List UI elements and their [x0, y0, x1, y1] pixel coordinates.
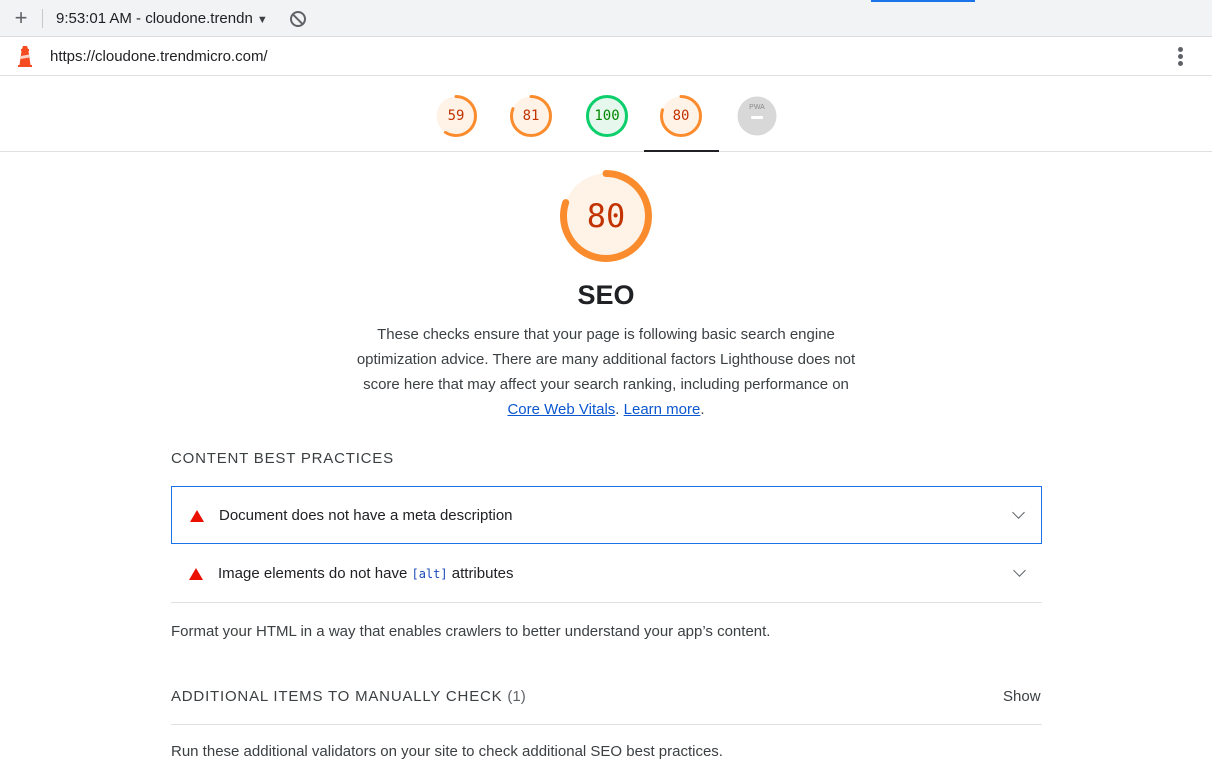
manual-check-count: (1) — [507, 688, 526, 705]
gauge-score: 80 — [672, 108, 690, 124]
seo-score-value: 80 — [586, 197, 626, 235]
report-selector[interactable]: 9:53:01 AM - cloudone.trendn ▼ — [56, 10, 268, 27]
gauge-score: PWA — [736, 95, 778, 137]
manual-check-description: Run these additional validators on your … — [171, 743, 723, 760]
gauge-score: 81 — [522, 108, 540, 124]
pwa-label: PWA — [749, 104, 765, 111]
page-url: https://cloudone.trendmicro.com/ — [50, 48, 268, 65]
category-title: SEO — [577, 280, 635, 310]
report-selector-label: 9:53:01 AM - cloudone.trendn — [56, 10, 253, 27]
description-end: . — [700, 401, 705, 418]
gauge-pwa[interactable]: PWA — [736, 95, 778, 137]
lighthouse-icon — [18, 46, 32, 67]
report-toolbar: + 9:53:01 AM - cloudone.trendn ▼ — [0, 0, 1212, 37]
audit-title-start: Image elements do not have — [218, 565, 412, 582]
pwa-dash-icon — [751, 116, 763, 119]
show-toggle-button[interactable]: Show — [1003, 688, 1041, 705]
url-bar: https://cloudone.trendmicro.com/ — [0, 37, 1212, 76]
section-divider — [171, 724, 1042, 725]
chevron-down-icon[interactable] — [1013, 564, 1026, 577]
learn-more-link[interactable]: Learn more — [624, 401, 701, 418]
score-gauges-nav: 59 81 100 80 PWA — [0, 76, 1212, 152]
manual-check-heading: Additional items to manually check (1) — [171, 688, 526, 705]
gauge-score: 100 — [594, 108, 620, 124]
gauge-score: 59 — [447, 108, 465, 124]
fail-triangle-icon — [190, 510, 204, 522]
kebab-menu-icon[interactable] — [1172, 45, 1190, 67]
audit-title: Document does not have a meta descriptio… — [219, 507, 513, 524]
core-web-vitals-link[interactable]: Core Web Vitals — [507, 401, 615, 418]
gauge-best-practices[interactable]: 100 — [586, 95, 628, 137]
fail-triangle-icon — [189, 568, 203, 580]
plus-icon[interactable]: + — [10, 7, 32, 29]
gauge-performance[interactable]: 59 — [435, 95, 477, 137]
category-description: These checks ensure that your page is fo… — [350, 322, 862, 422]
chevron-down-icon[interactable] — [1012, 506, 1025, 519]
audit-title-end: attributes — [447, 565, 514, 582]
audit-title-code: [alt] — [411, 567, 448, 581]
block-icon[interactable] — [290, 11, 306, 27]
audit-meta-description[interactable]: Document does not have a meta descriptio… — [171, 486, 1042, 544]
description-separator: . — [615, 401, 620, 418]
audit-title: Image elements do not have [alt] attribu… — [218, 565, 513, 582]
gauge-accessibility[interactable]: 81 — [510, 95, 552, 137]
toolbar-divider — [42, 9, 43, 28]
content-best-practices-heading: Content Best Practices — [171, 450, 394, 467]
category-description-text: These checks ensure that your page is fo… — [356, 326, 856, 393]
manual-check-title: Additional items to manually check — [171, 688, 503, 705]
active-gauge-underline — [644, 150, 719, 152]
gauge-seo[interactable]: 80 — [660, 95, 702, 137]
seo-score-gauge: 80 — [560, 170, 652, 262]
tab-indicator — [871, 0, 975, 2]
audit-image-alt[interactable]: Image elements do not have [alt] attribu… — [171, 545, 1042, 603]
caret-down-icon: ▼ — [256, 14, 268, 26]
content-group-description: Format your HTML in a way that enables c… — [171, 623, 771, 640]
